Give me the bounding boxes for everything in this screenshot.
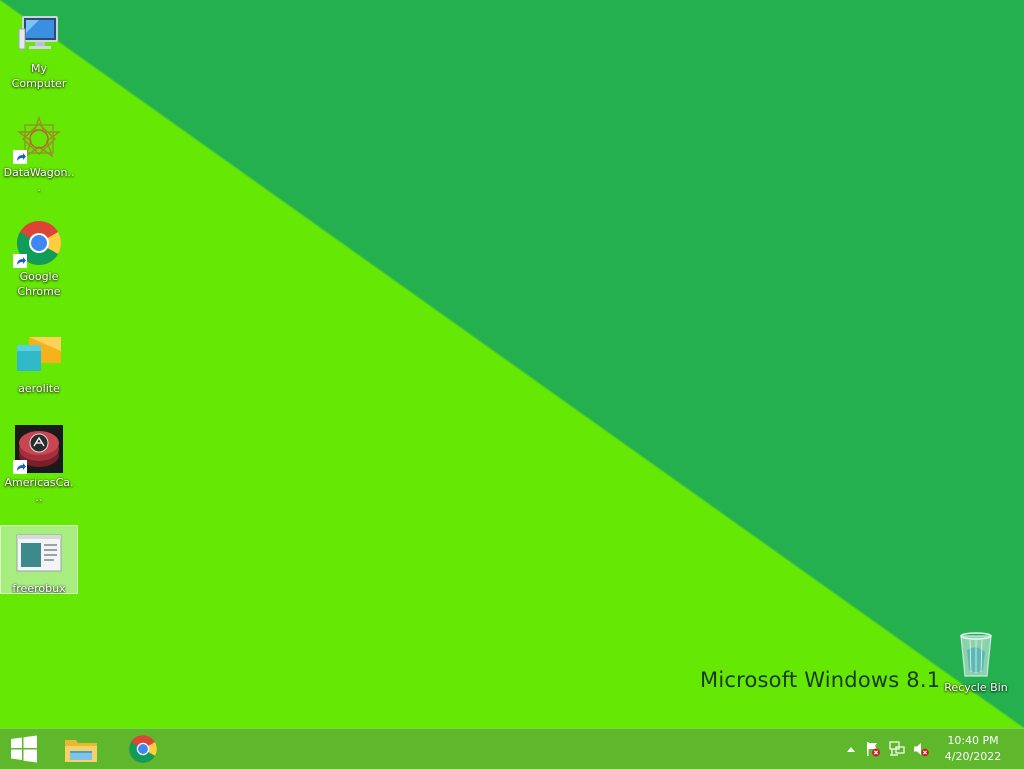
action-center-flag-icon[interactable]: [862, 729, 884, 769]
windows-brand-text: Microsoft Windows 8.1: [700, 668, 941, 692]
desktop-icon-aerolite[interactable]: aerolite: [1, 324, 77, 396]
chrome-icon: [129, 735, 157, 763]
start-button[interactable]: [0, 729, 48, 769]
desktop-icon-google-chrome[interactable]: Google Chrome: [1, 212, 77, 299]
taskbar: 10:40 PM 4/20/2022: [0, 728, 1024, 769]
shortcut-arrow-icon: [13, 150, 27, 164]
volume-muted-icon[interactable]: [910, 729, 932, 769]
americascasino-icon: [13, 425, 63, 474]
system-tray: 10:40 PM 4/20/2022: [844, 729, 1024, 769]
document-icon: [15, 531, 63, 579]
desktop-icon-americascasino[interactable]: AmericasCa...: [1, 418, 77, 505]
desktop-icon-label: freerobux: [12, 582, 66, 595]
recycle-bin-icon: [952, 630, 1000, 678]
desktop-icon-label: Recycle Bin: [944, 681, 1008, 694]
desktop-icon-recycle-bin[interactable]: Recycle Bin: [938, 628, 1014, 695]
desktop-icon-datawagon[interactable]: DataWagon...: [1, 108, 77, 195]
shortcut-arrow-icon: [13, 254, 27, 268]
file-explorer-button[interactable]: [56, 729, 106, 769]
desktop[interactable]: My Computer DataWagon... Google Chrome a…: [0, 0, 1024, 728]
show-hidden-icons-arrow[interactable]: [844, 729, 858, 769]
clock-time: 10:40 PM: [947, 734, 999, 747]
windows-logo-icon: [11, 735, 37, 763]
desktop-icon-label: AmericasCa...: [4, 476, 74, 504]
chrome-taskbar-button[interactable]: [118, 729, 168, 769]
computer-icon: [15, 11, 63, 59]
desktop-icon-label: DataWagon...: [3, 166, 75, 194]
aerolite-icon: [15, 331, 63, 379]
network-icon[interactable]: [886, 729, 908, 769]
chrome-icon: [13, 219, 63, 268]
desktop-icon-label: aerolite: [18, 382, 60, 395]
shortcut-arrow-icon: [13, 460, 27, 474]
datawagon-icon: [13, 115, 63, 164]
desktop-icon-my-computer[interactable]: My Computer: [1, 4, 77, 91]
desktop-icon-label: My Computer: [11, 62, 67, 90]
desktop-icon-freerobux[interactable]: freerobux: [0, 525, 78, 595]
clock-date: 4/20/2022: [944, 750, 1002, 763]
taskbar-clock[interactable]: 10:40 PM 4/20/2022: [938, 733, 1008, 765]
desktop-icon-label: Google Chrome: [17, 270, 61, 298]
file-explorer-icon: [65, 740, 97, 762]
